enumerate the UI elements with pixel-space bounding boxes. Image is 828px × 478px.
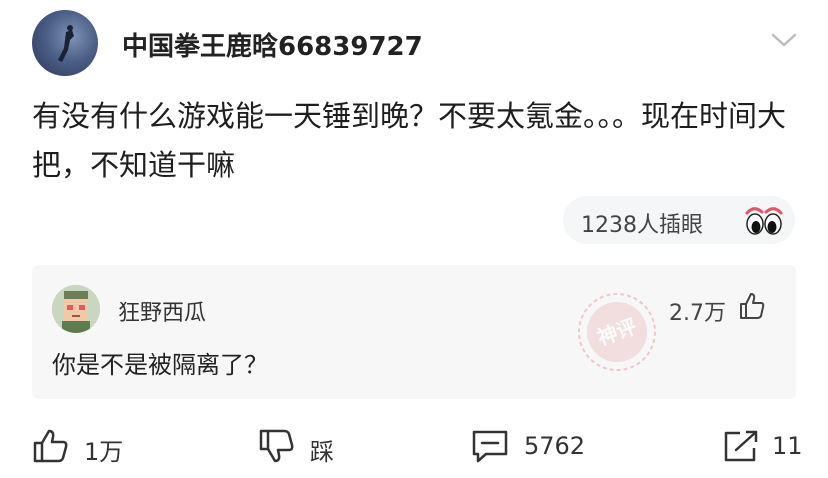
- comment-text: 你是不是被隔离了？: [52, 351, 268, 379]
- reaction-pill[interactable]: 1238人插眼: [563, 196, 795, 244]
- thumbs-down-icon: [259, 429, 294, 463]
- commenter-avatar[interactable]: [52, 285, 100, 333]
- like-action[interactable]: 1万: [32, 424, 152, 466]
- share-action[interactable]: 11: [722, 424, 812, 464]
- share-count: 11: [772, 432, 803, 460]
- author-avatar[interactable]: [32, 10, 98, 76]
- comment-bubble-icon: [472, 430, 508, 463]
- dislike-label: 踩: [310, 438, 334, 466]
- chevron-down-icon[interactable]: [770, 30, 798, 50]
- post-text: 有没有什么游戏能一天锤到晚？不要太氪金。。。现在时间大把，不知道干嘛: [32, 99, 787, 182]
- comment-action[interactable]: 5762: [470, 424, 600, 464]
- thumbs-up-icon[interactable]: [738, 291, 766, 321]
- top-comment-card[interactable]: 狂野西瓜 你是不是被隔离了？ 神评 2.7万: [32, 265, 796, 399]
- comment-count: 5762: [524, 432, 586, 460]
- author-name[interactable]: 中国拳王鹿晗66839727: [122, 26, 423, 63]
- share-icon: [724, 430, 758, 462]
- hot-comment-stamp: 神评: [578, 293, 656, 371]
- comment-like-count: 2.7万: [669, 301, 726, 326]
- dislike-action[interactable]: 踩: [258, 424, 358, 466]
- commenter-name[interactable]: 狂野西瓜: [118, 295, 206, 327]
- eyes-emoji-icon: [745, 207, 783, 235]
- like-count: 1万: [84, 438, 124, 466]
- thumbs-up-icon: [33, 429, 68, 463]
- reaction-count: 1238人插眼: [581, 213, 703, 238]
